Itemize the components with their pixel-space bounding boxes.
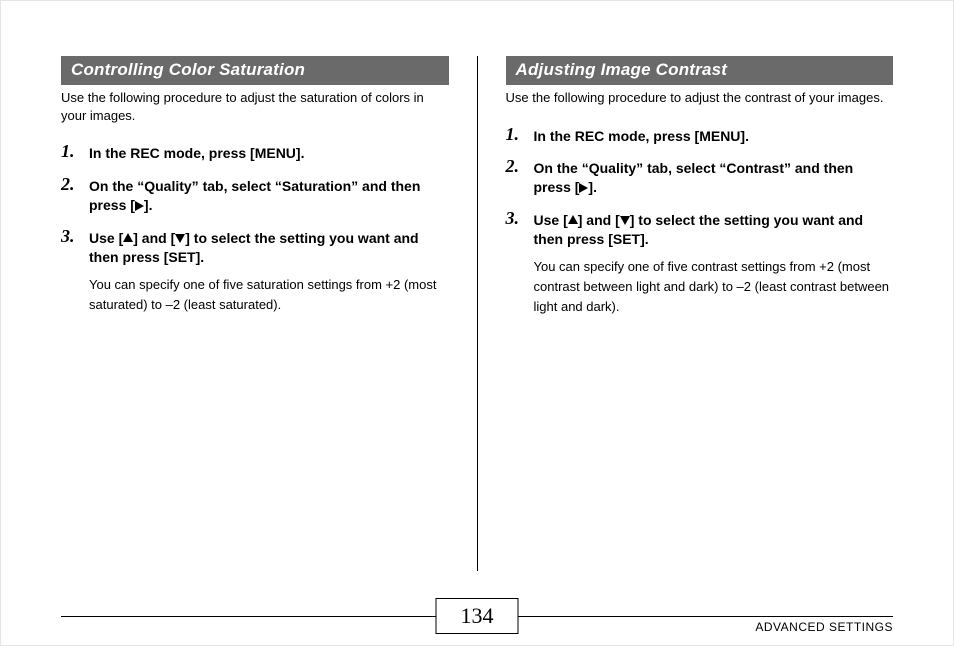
arrow-up-icon — [568, 215, 578, 224]
right-step-3-pre: Use [ — [534, 212, 568, 228]
page-number: 134 — [436, 598, 519, 634]
arrow-right-icon — [135, 201, 144, 211]
columns: Controlling Color Saturation Use the fol… — [61, 56, 893, 571]
left-intro: Use the following procedure to adjust th… — [61, 89, 449, 124]
left-step-1: In the REC mode, press [MENU]. — [61, 144, 449, 163]
left-column: Controlling Color Saturation Use the fol… — [61, 56, 477, 571]
left-step-3-mid: ] and [ — [133, 230, 175, 246]
footer-label: ADVANCED SETTINGS — [755, 620, 893, 634]
left-step-1-body: In the REC mode, press [MENU]. — [89, 144, 449, 163]
left-step-2-post: ]. — [144, 197, 153, 213]
right-step-3-note: You can specify one of five contrast set… — [534, 257, 894, 317]
right-step-2-post: ]. — [588, 179, 597, 195]
right-step-3-mid: ] and [ — [578, 212, 620, 228]
left-step-3: Use [] and [] to select the setting you … — [61, 229, 449, 315]
right-step-1-body: In the REC mode, press [MENU]. — [534, 127, 894, 146]
right-intro: Use the following procedure to adjust th… — [506, 89, 894, 107]
arrow-down-icon — [175, 234, 185, 243]
right-step-2: On the “Quality” tab, select “Contrast” … — [506, 159, 894, 197]
right-step-2-body: On the “Quality” tab, select “Contrast” … — [534, 159, 894, 197]
left-steps-list: In the REC mode, press [MENU]. On the “Q… — [61, 144, 449, 315]
left-step-2-body: On the “Quality” tab, select “Saturation… — [89, 177, 449, 215]
arrow-down-icon — [620, 216, 630, 225]
left-step-2: On the “Quality” tab, select “Saturation… — [61, 177, 449, 215]
right-step-1: In the REC mode, press [MENU]. — [506, 127, 894, 146]
left-step-3-body: Use [] and [] to select the setting you … — [89, 229, 449, 267]
page: Controlling Color Saturation Use the fol… — [0, 0, 954, 646]
footer: 134 ADVANCED SETTINGS — [61, 616, 893, 617]
arrow-up-icon — [123, 233, 133, 242]
right-step-3: Use [] and [] to select the setting you … — [506, 211, 894, 317]
left-step-3-pre: Use [ — [89, 230, 123, 246]
right-step-3-body: Use [] and [] to select the setting you … — [534, 211, 894, 249]
right-steps-list: In the REC mode, press [MENU]. On the “Q… — [506, 127, 894, 318]
left-step-3-note: You can specify one of five saturation s… — [89, 275, 449, 315]
left-section-title: Controlling Color Saturation — [61, 56, 449, 85]
right-column: Adjusting Image Contrast Use the followi… — [478, 56, 894, 571]
right-section-title: Adjusting Image Contrast — [506, 56, 894, 85]
